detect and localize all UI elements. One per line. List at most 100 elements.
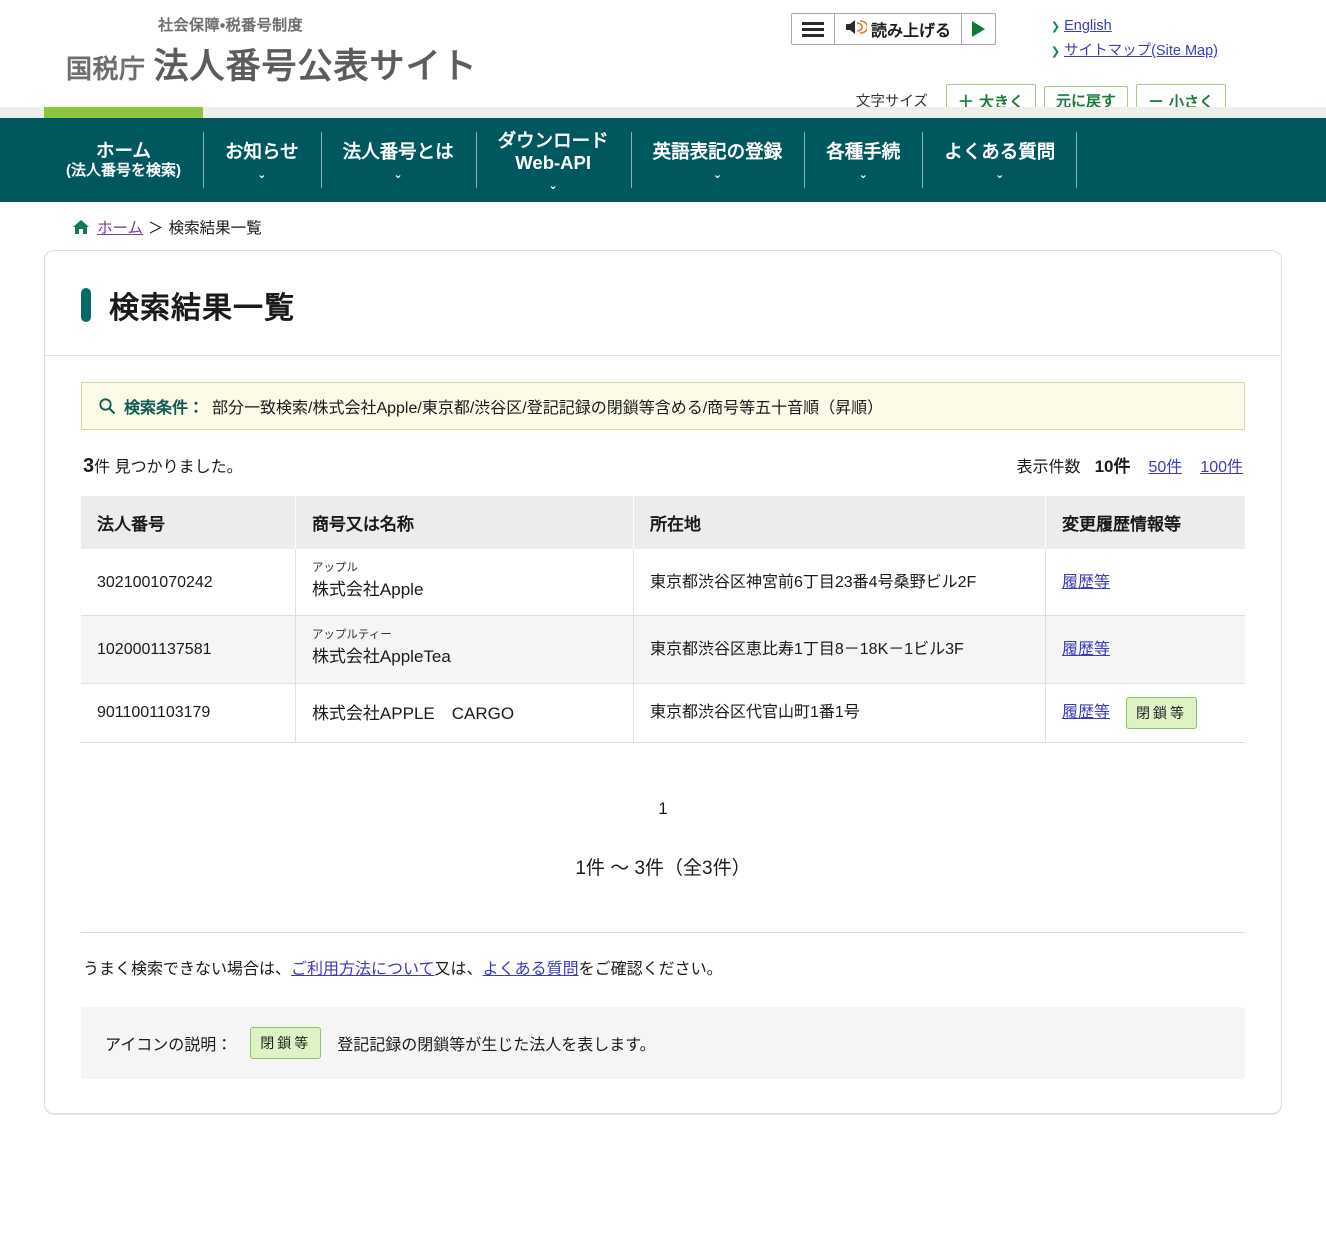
display-count-current: 10件: [1094, 457, 1131, 476]
usage-guide-link[interactable]: ご利用方法について: [291, 961, 435, 978]
pagination[interactable]: 1: [81, 799, 1245, 819]
read-aloud-label: 読み上げる: [870, 23, 951, 40]
home-icon: [72, 219, 90, 235]
cell-corporate-number: 9011001103179: [81, 683, 296, 744]
help-middle: 又は、: [434, 961, 483, 979]
cell-address: 東京都渋谷区恵比寿1丁目8－18K－1ビル3F: [633, 615, 1047, 684]
nav-item-home-label: ホーム: [96, 140, 151, 162]
card-header: 検索結果一覧: [45, 251, 1281, 356]
chevron-down-icon: ⌄: [995, 169, 1005, 182]
breadcrumb-separator: ＞: [148, 220, 164, 237]
pagination-current-page: 1: [658, 799, 668, 819]
play-icon: [972, 21, 985, 37]
section-divider: [81, 932, 1245, 934]
company-kana: アップル: [311, 562, 358, 574]
cell-history: 履歴等: [1045, 549, 1245, 617]
cell-company-name: アップル 株式会社Apple: [295, 549, 634, 617]
cell-corporate-number: 3021001070242: [81, 549, 296, 617]
chevron-right-icon: ❯: [1050, 46, 1061, 58]
site-logo[interactable]: 社会保障・税番号制度 国税庁 法人番号公表サイト: [66, 16, 478, 89]
main-navigation: ホーム (法人番号を検索) お知らせ ⌄ 法人番号とは ⌄ ダウンロード Web…: [0, 107, 1326, 202]
history-link[interactable]: 履歴等: [1062, 571, 1110, 594]
cell-company-name: 株式会社APPLE CARGO: [295, 683, 634, 744]
company-name: 株式会社AppleTea: [311, 647, 451, 667]
company-name: 株式会社Apple: [311, 579, 424, 599]
read-aloud-play-button[interactable]: [962, 14, 995, 44]
search-condition-value: 部分一致検索/株式会社Apple/東京都/渋谷区/登記記録の閉鎖等含める/商号等…: [212, 400, 884, 417]
speaker-icon: [845, 18, 869, 41]
company-name: 株式会社APPLE CARGO: [311, 703, 515, 723]
cell-company-name: アップルティー 株式会社AppleTea: [295, 615, 634, 684]
logo-agency-name: 国税庁: [66, 54, 146, 84]
nav-item-home[interactable]: ホーム (法人番号を検索): [44, 107, 203, 202]
display-count-50-link[interactable]: 50件: [1148, 453, 1182, 477]
read-aloud-button[interactable]: 読み上げる: [835, 14, 962, 44]
nav-item-faq[interactable]: よくある質問 ⌄: [922, 118, 1078, 202]
nav-item-download-sublabel: Web-API: [515, 151, 592, 173]
icon-legend: アイコンの説明： 閉鎖等 登記記録の閉鎖等が生じた法人を表します。: [81, 1007, 1245, 1080]
nav-item-procedures[interactable]: 各種手続 ⌄: [804, 118, 922, 202]
cell-history: 履歴等: [1045, 615, 1245, 684]
card-body: 検索条件： 部分一致検索/株式会社Apple/東京都/渋谷区/登記記録の閉鎖等含…: [45, 356, 1281, 1113]
result-count-number: 3: [83, 455, 95, 477]
nav-item-procedures-label: 各種手続: [826, 140, 901, 162]
faq-link[interactable]: よくある質問: [483, 961, 579, 978]
cell-address: 東京都渋谷区代官山町1番1号: [633, 683, 1047, 744]
history-link[interactable]: 履歴等: [1062, 638, 1110, 661]
help-prefix: うまく検索できない場合は、: [83, 961, 292, 979]
chevron-down-icon: ⌄: [257, 169, 267, 182]
column-header-address: 所在地: [633, 496, 1047, 549]
closed-status-badge: 閉鎖等: [1126, 696, 1198, 730]
nav-item-about[interactable]: 法人番号とは ⌄: [320, 118, 476, 202]
read-aloud-menu-button[interactable]: [792, 14, 835, 44]
cell-history: 履歴等 閉鎖等: [1045, 683, 1245, 744]
table-row: 3021001070242 アップル 株式会社Apple 東京都渋谷区神宮前6丁…: [81, 549, 1245, 617]
search-icon: [98, 397, 116, 415]
display-count-label: 表示件数: [1016, 459, 1081, 476]
breadcrumb: ホーム ＞ 検索結果一覧: [0, 202, 1326, 250]
logo-subtitle: 社会保障・税番号制度: [158, 17, 304, 34]
history-link[interactable]: 履歴等: [1062, 701, 1110, 724]
cell-corporate-number: 1020001137581: [81, 615, 296, 684]
nav-item-home-sublabel: (法人番号を検索): [66, 162, 181, 180]
results-table: 法人番号 商号又は名称 所在地 変更履歴情報等 3021001070242 アッ…: [81, 496, 1245, 744]
result-count: 3件 見つかりました。: [83, 453, 243, 478]
column-header-name: 商号又は名称: [295, 496, 634, 549]
breadcrumb-current: 検索結果一覧: [168, 220, 262, 237]
chevron-down-icon: ⌄: [548, 180, 558, 193]
nav-item-download[interactable]: ダウンロード Web-API ⌄: [475, 118, 631, 202]
company-kana: アップルティー: [311, 629, 392, 642]
table-row: 9011001103179 株式会社APPLE CARGO 東京都渋谷区代官山町…: [81, 683, 1245, 744]
title-accent-bar: [81, 288, 91, 322]
nav-item-news-label: お知らせ: [225, 140, 299, 162]
site-header: 社会保障・税番号制度 国税庁 法人番号公表サイト 読み上げる ❯ English…: [0, 0, 1326, 118]
chevron-down-icon: ⌄: [393, 169, 403, 182]
breadcrumb-home-link[interactable]: ホーム: [97, 216, 143, 238]
nav-item-about-label: 法人番号とは: [342, 140, 454, 162]
search-condition-box: 検索条件： 部分一致検索/株式会社Apple/東京都/渋谷区/登記記録の閉鎖等含…: [81, 382, 1245, 430]
column-header-corporate-number: 法人番号: [81, 496, 296, 549]
icon-legend-label: アイコンの説明：: [105, 1037, 233, 1055]
nav-item-faq-label: よくある質問: [944, 140, 1056, 162]
closed-status-badge: 閉鎖等: [250, 1027, 322, 1060]
page-title: 検索結果一覧: [109, 292, 295, 325]
help-text: うまく検索できない場合は、ご利用方法について又は、よくある質問をご確認ください。: [83, 955, 1245, 979]
table-header-row: 法人番号 商号又は名称 所在地 変更履歴情報等: [81, 496, 1245, 549]
chevron-right-icon: ❯: [1050, 21, 1061, 33]
read-aloud-widget[interactable]: 読み上げる: [790, 13, 996, 45]
result-summary-row: 3件 見つかりました。 表示件数 10件 50件 100件: [83, 452, 1243, 478]
sitemap-link[interactable]: サイトマップ(Site Map): [1064, 43, 1218, 59]
nav-item-news[interactable]: お知らせ ⌄: [203, 118, 321, 202]
results-card: 検索結果一覧 検索条件： 部分一致検索/株式会社Apple/東京都/渋谷区/登記…: [44, 250, 1282, 1115]
nav-item-english-registration[interactable]: 英語表記の登録 ⌄: [630, 118, 805, 202]
hamburger-icon: [801, 19, 824, 40]
chevron-down-icon: ⌄: [858, 169, 868, 182]
pagination-range: 1件 〜 3件（全3件）: [575, 858, 751, 880]
column-header-history: 変更履歴情報等: [1045, 496, 1245, 549]
english-link[interactable]: English: [1064, 18, 1112, 34]
icon-legend-description: 登記記録の閉鎖等が生じた法人を表します。: [337, 1037, 656, 1055]
display-count-100-link[interactable]: 100件: [1200, 453, 1243, 477]
logo-site-name: 法人番号公表サイト: [153, 47, 478, 86]
display-count-controls: 表示件数 10件 50件 100件: [1017, 452, 1243, 477]
help-suffix: をご確認ください。: [578, 961, 723, 979]
